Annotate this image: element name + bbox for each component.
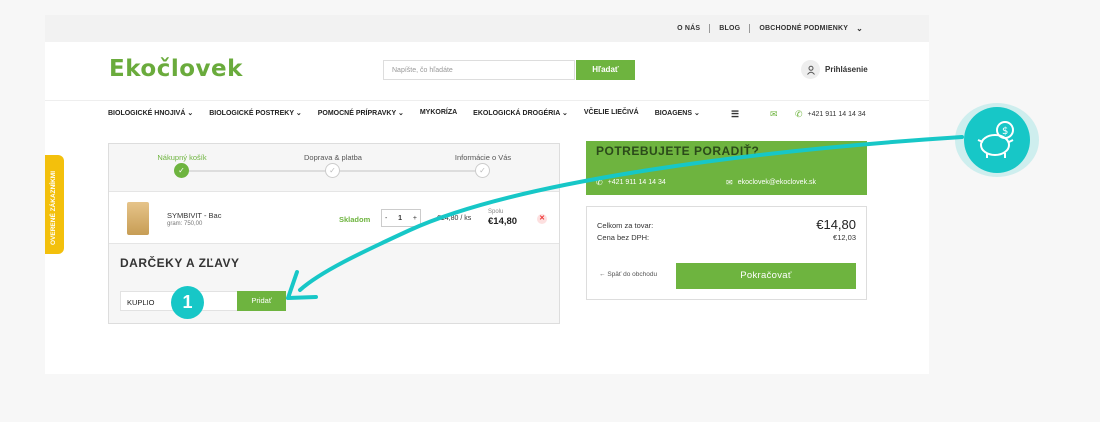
annotation-arrow-line: [298, 135, 964, 292]
annotation-arrow: [286, 135, 964, 300]
step-badge: 1: [171, 286, 204, 319]
svg-text:$: $: [1002, 126, 1008, 137]
annotation-arrow-head: [286, 270, 318, 300]
piggy-bank-icon: $: [955, 103, 1039, 177]
